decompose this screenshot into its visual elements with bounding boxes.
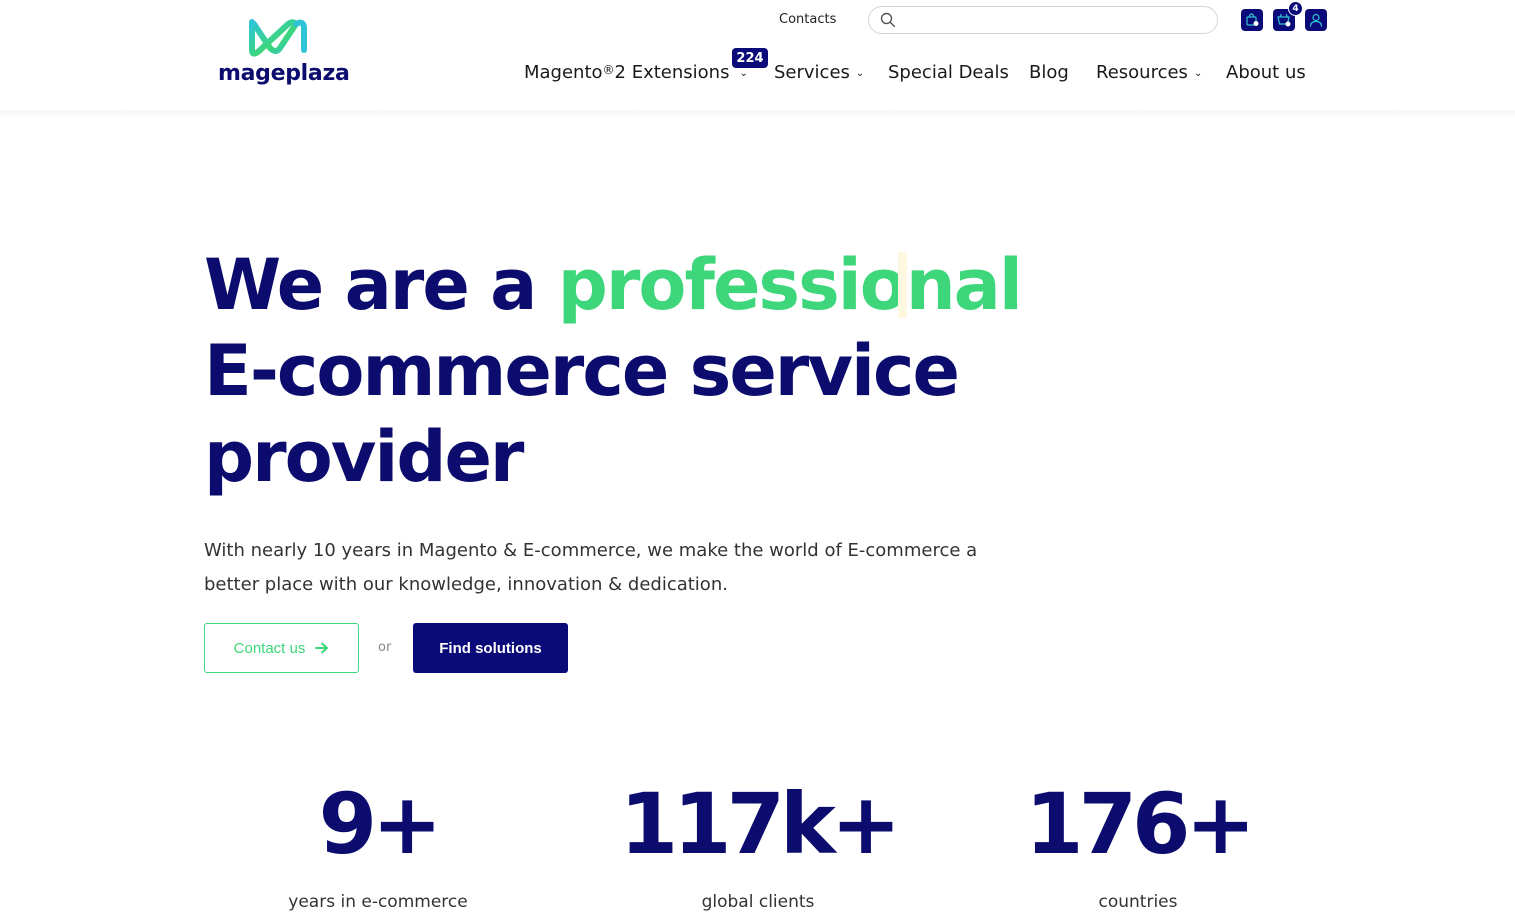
nav-label: Blog [1029, 62, 1069, 83]
contacts-link[interactable]: Contacts [779, 12, 836, 27]
search-input[interactable] [903, 10, 1203, 30]
stat-label: years in e-commerce [288, 892, 468, 912]
nav-about-us[interactable]: About us [1226, 62, 1306, 83]
search-box[interactable] [868, 6, 1218, 34]
registered-mark: ® [602, 62, 615, 77]
logo[interactable]: mageplaza [218, 16, 350, 92]
nav-label: Resources [1096, 62, 1188, 83]
stat-label: global clients [701, 892, 815, 912]
header-divider [0, 110, 1515, 120]
hero-title-line2: E-commerce service [204, 330, 960, 412]
site-header: mageplaza Contacts 4 224 Magento ® 2 Ext… [0, 0, 1515, 110]
stat-value: 176+ [1025, 775, 1256, 873]
hero-title-part1: We are a [204, 244, 558, 326]
stat-value: 9+ [318, 775, 443, 873]
stat-label: countries [1098, 892, 1178, 912]
or-separator: or [378, 640, 392, 655]
contact-us-label: Contact us [233, 639, 306, 657]
nav-resources[interactable]: Resources ⌄ [1096, 62, 1202, 83]
search-icon [880, 12, 896, 28]
cart-count-badge: 4 [1288, 1, 1303, 16]
cart-icon [1277, 13, 1291, 27]
nav-special-deals[interactable]: Special Deals [888, 62, 1009, 83]
compare-button[interactable] [1241, 9, 1263, 31]
logo-text: mageplaza [218, 61, 350, 86]
contact-us-button[interactable]: Contact us [204, 623, 359, 673]
logo-mark-icon [249, 19, 307, 57]
nav-label: Special Deals [888, 62, 1009, 83]
account-button[interactable] [1305, 9, 1327, 31]
chevron-down-icon: ⌄ [855, 68, 865, 79]
nav-label: Services [774, 62, 850, 83]
nav-label: About us [1226, 62, 1306, 83]
stat-years: 9+ years in e-commerce [198, 776, 558, 912]
typing-cursor [898, 252, 907, 318]
chevron-down-icon: ⌄ [1193, 68, 1203, 79]
stat-clients: 117k+ global clients [578, 776, 938, 912]
hero-title-line3: provider [204, 416, 524, 498]
user-icon [1309, 13, 1323, 27]
stat-countries: 176+ countries [958, 776, 1318, 912]
chevron-down-icon: ⌄ [739, 68, 748, 79]
stat-value: 117k+ [619, 775, 902, 873]
shopping-bag-icon [1246, 13, 1259, 26]
nav-blog[interactable]: Blog [1029, 62, 1069, 83]
nav-label-rest: 2 Extensions [614, 62, 730, 83]
nav-label: Magento [524, 62, 603, 83]
nav-services[interactable]: Services ⌄ [774, 62, 864, 83]
arrow-right-icon [315, 642, 329, 654]
nav-magento-extensions[interactable]: Magento ® 2 Extensions ⌄ [524, 62, 748, 83]
hero-title-accent: professional [557, 244, 1023, 326]
hero-description: With nearly 10 years in Magento & E-comm… [204, 540, 978, 595]
find-solutions-button[interactable]: Find solutions [413, 623, 568, 673]
